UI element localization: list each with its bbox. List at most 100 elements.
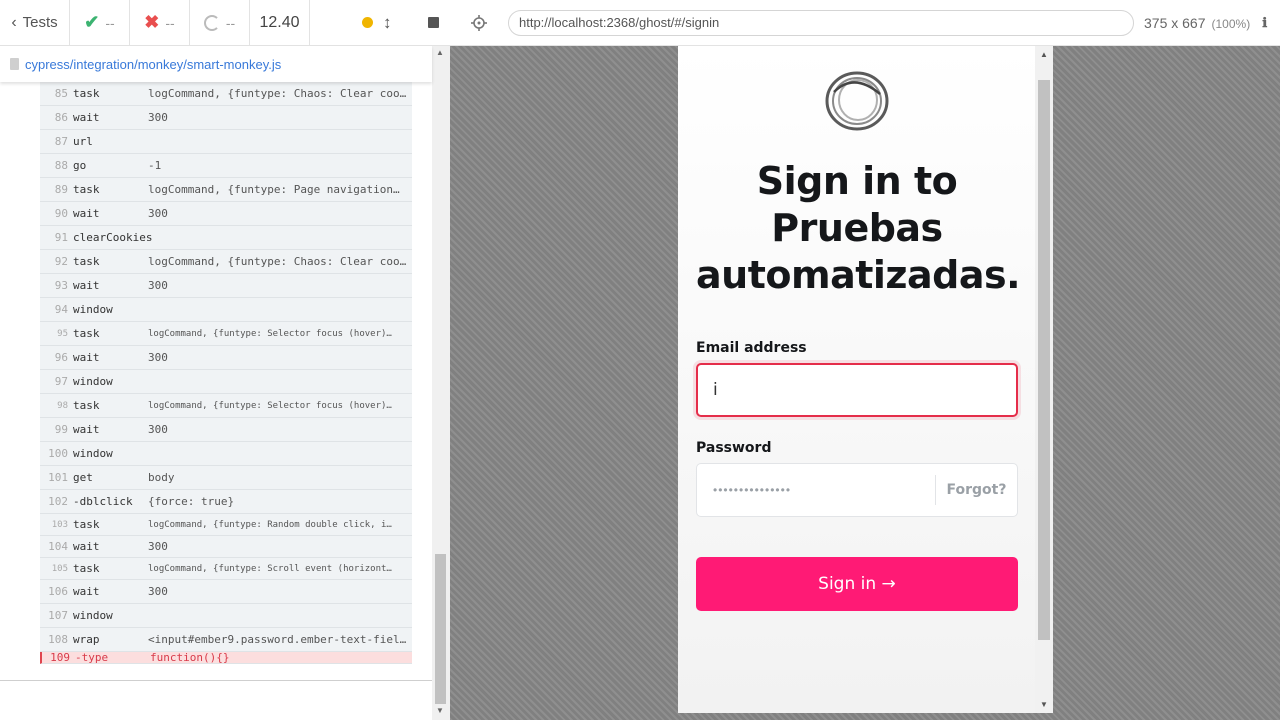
command-row[interactable]: 102 -dblclick {force: true} — [40, 490, 412, 514]
spec-file-link[interactable]: cypress/integration/monkey/smart-monkey.… — [25, 57, 281, 72]
command-name: task — [73, 183, 100, 196]
selector-playground-icon[interactable] — [450, 14, 508, 31]
command-message: {force: true} — [148, 495, 235, 508]
password-value: ••••••••••••••• — [713, 483, 792, 497]
command-name: task — [73, 518, 100, 531]
viewport-scale: (100%) — [1211, 16, 1251, 31]
command-row[interactable]: 97 window — [40, 370, 412, 394]
command-name: wait — [73, 540, 100, 553]
password-label: Password — [696, 440, 772, 456]
command-number: 92 — [54, 255, 68, 268]
command-message: body — [148, 471, 175, 484]
command-row[interactable]: 98 task logCommand, {funtype: Selector foc… — [40, 394, 412, 418]
command-name: window — [73, 609, 113, 622]
reporter-footer — [0, 680, 432, 720]
command-message: 300 — [148, 207, 168, 220]
aut-viewport: Sign in to Pruebas automatizadas. Email … — [678, 46, 1053, 713]
command-row[interactable]: 100 window — [40, 442, 412, 466]
command-name: wrap — [73, 633, 100, 646]
command-row[interactable]: 101 get body — [40, 466, 412, 490]
reporter-scroll-thumb[interactable] — [435, 554, 446, 704]
command-row[interactable]: 104 wait 300 — [40, 536, 412, 558]
command-row[interactable]: 90 wait 300 — [40, 202, 412, 226]
command-row[interactable]: 105 task logCommand, {funtype: Scroll even… — [40, 558, 412, 580]
running-indicator-icon — [362, 17, 373, 28]
command-row[interactable]: 86 wait 300 — [40, 106, 412, 130]
command-number: 86 — [54, 111, 68, 124]
command-number: 107 — [48, 609, 68, 622]
command-message: 300 — [148, 540, 168, 553]
command-row[interactable]: 95 task logCommand, {funtype: Selector foc… — [40, 322, 412, 346]
command-row[interactable]: 88 go -1 — [40, 154, 412, 178]
command-row[interactable]: 106 wait 300 — [40, 580, 412, 604]
command-message: logCommand, {funtype: Selector focus (ho… — [148, 328, 392, 339]
scroll-down-icon[interactable]: ▼ — [1040, 700, 1048, 709]
command-row[interactable]: 89 task logCommand, {funtype: Page navigat… — [40, 178, 412, 202]
command-row[interactable]: 103 task logCommand, {funtype: Random doub… — [40, 514, 412, 536]
command-row-failed[interactable]: 109 -type function(){} — [40, 651, 412, 664]
command-row[interactable]: 108 wrap <input#ember9.password.ember-text… — [40, 628, 412, 652]
command-number: 100 — [48, 447, 68, 460]
command-number: 87 — [54, 135, 68, 148]
command-row[interactable]: 93 wait 300 — [40, 274, 412, 298]
reporter-scrollbar[interactable]: ▲ ▼ — [432, 46, 450, 720]
command-name: -dblclick — [73, 495, 133, 508]
tests-label: Tests — [22, 14, 58, 31]
scroll-down-icon[interactable]: ▼ — [436, 706, 444, 715]
command-row[interactable]: 96 wait 300 — [40, 346, 412, 370]
command-number: 105 — [51, 563, 68, 574]
forgot-password-button[interactable]: Forgot? — [935, 475, 1017, 505]
command-number: 93 — [54, 279, 68, 292]
email-label: Email address — [696, 340, 807, 356]
chevron-left-icon: ‹ — [11, 13, 17, 31]
viewport-scroll-thumb[interactable] — [1038, 80, 1050, 640]
command-message: 300 — [148, 585, 168, 598]
command-row[interactable]: 99 wait 300 — [40, 418, 412, 442]
spec-file-bar: cypress/integration/monkey/smart-monkey.… — [0, 46, 432, 82]
command-message: logCommand, {funtype: Chaos: Clear cooki… — [148, 255, 408, 268]
command-number: 104 — [48, 540, 68, 553]
command-message: <input#ember9.password.ember-text-field… — [148, 633, 408, 646]
command-number: 89 — [54, 183, 68, 196]
command-message: function(){} — [150, 651, 230, 664]
command-row[interactable]: 92 task logCommand, {funtype: Chaos: Clear… — [40, 250, 412, 274]
aut-url-field[interactable]: http://localhost:2368/ghost/#/signin — [508, 9, 1134, 36]
email-field[interactable]: i — [696, 363, 1018, 417]
password-field[interactable]: ••••••••••••••• Forgot? — [696, 463, 1018, 517]
command-number: 103 — [51, 519, 68, 530]
passed-count: ✔ -- — [70, 0, 130, 45]
command-message: 300 — [148, 279, 168, 292]
command-row[interactable]: 107 window — [40, 604, 412, 628]
viewport-scrollbar[interactable]: ▲ ▼ — [1035, 46, 1053, 713]
command-name: task — [73, 87, 100, 100]
command-name: get — [73, 471, 93, 484]
signin-button[interactable]: Sign in → — [696, 557, 1018, 611]
command-message: logCommand, {funtype: Selector focus (ho… — [148, 400, 392, 411]
site-logo-icon — [825, 71, 889, 131]
auto-scroll-toggle-icon[interactable]: ↕ — [383, 13, 392, 33]
info-icon[interactable]: ℹ — [1262, 15, 1267, 31]
command-row[interactable]: 91 clearCookies — [40, 226, 412, 250]
command-number: 95 — [57, 328, 68, 339]
command-row[interactable]: 87 url — [40, 130, 412, 154]
command-number: 97 — [54, 375, 68, 388]
command-name: wait — [73, 423, 100, 436]
command-row[interactable]: 85 task logCommand, {funtype: Chaos: Clear… — [40, 82, 412, 106]
reporter-panel: ‹ Tests ✔ -- ✖ -- -- 12.40 ↕ cypress/int… — [0, 0, 450, 720]
signin-title: Sign in to Pruebas automatizadas. — [696, 159, 1021, 297]
command-number: 108 — [48, 633, 68, 646]
command-number: 99 — [54, 423, 68, 436]
command-name: wait — [73, 351, 100, 364]
aut-header: http://localhost:2368/ghost/#/signin 375… — [450, 0, 1280, 46]
command-message: logCommand, {funtype: Random double clic… — [148, 519, 392, 530]
command-row[interactable]: 94 window — [40, 298, 412, 322]
command-name: task — [73, 255, 100, 268]
stop-button[interactable] — [427, 17, 439, 28]
command-name: go — [73, 159, 87, 172]
command-name: wait — [73, 207, 100, 220]
command-log: 85 task logCommand, {funtype: Chaos: Clear… — [40, 82, 412, 664]
scroll-up-icon[interactable]: ▲ — [1040, 50, 1048, 59]
file-icon — [10, 58, 19, 70]
scroll-up-icon[interactable]: ▲ — [436, 48, 444, 57]
tests-back-button[interactable]: ‹ Tests — [0, 0, 70, 45]
